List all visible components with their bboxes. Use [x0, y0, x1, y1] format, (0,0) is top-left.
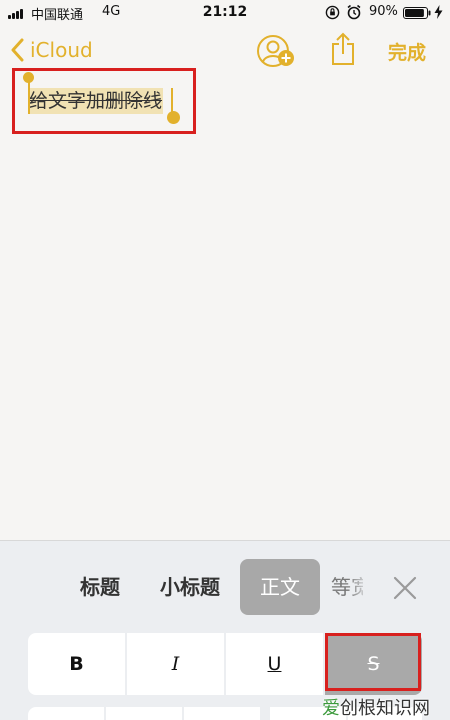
underline-button[interactable]: U [226, 633, 323, 695]
done-button[interactable]: 完成 [388, 38, 426, 65]
selection-start-handle[interactable] [27, 80, 30, 114]
battery-percent: 90% [369, 4, 398, 19]
note-selected-text[interactable]: 给文字加删除线 [28, 88, 164, 114]
list-button-2[interactable] [106, 707, 182, 720]
close-icon[interactable] [390, 573, 420, 603]
status-bar: 中国联通 4G 21:12 90% [0, 0, 450, 26]
paragraph-style-row: 标题 小标题 正文 等宽 [0, 555, 450, 619]
selection-start-knob[interactable] [23, 72, 34, 83]
share-icon[interactable] [330, 32, 356, 66]
watermark-brand-rest: 创根 [340, 698, 376, 719]
watermark: 爱创根知识网 [322, 694, 430, 720]
italic-button[interactable]: I [127, 633, 224, 695]
style-body-selected[interactable]: 正文 [240, 559, 320, 615]
back-label: iCloud [30, 38, 93, 62]
battery-icon [403, 7, 431, 19]
orientation-lock-icon [325, 5, 340, 20]
watermark-brand-first: 爱 [322, 698, 340, 719]
chevron-left-icon [11, 38, 24, 62]
watermark-site: 知识网 [376, 698, 430, 719]
alarm-icon [347, 4, 361, 20]
add-person-icon[interactable] [256, 34, 298, 68]
strikethrough-highlight-box [325, 633, 421, 691]
style-subtitle[interactable]: 小标题 [160, 559, 220, 615]
bold-button[interactable]: B [28, 633, 125, 695]
list-button-1[interactable] [28, 707, 104, 720]
list-button-3[interactable] [184, 707, 260, 720]
back-button[interactable]: iCloud [10, 34, 93, 66]
charging-bolt-icon [434, 5, 443, 19]
selection-end-knob[interactable] [167, 111, 180, 124]
format-panel: 标题 小标题 正文 等宽 B I U S [0, 540, 450, 720]
style-title[interactable]: 标题 [80, 559, 120, 615]
style-row-fade [348, 559, 370, 615]
note-body[interactable]: 给文字加删除线 [0, 68, 450, 540]
